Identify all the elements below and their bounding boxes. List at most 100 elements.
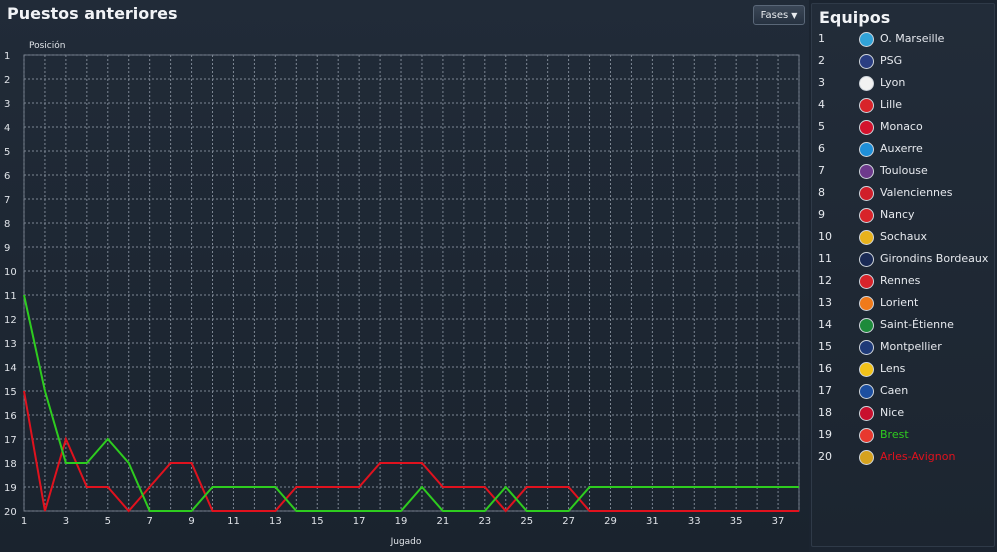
x-tick-label: 5	[105, 516, 111, 527]
team-position: 13	[818, 296, 832, 309]
team-row[interactable]: 1 O. Marseille	[812, 29, 994, 51]
team-row[interactable]: 3 Lyon	[812, 73, 994, 95]
team-position: 3	[818, 76, 825, 89]
team-name: Toulouse	[880, 164, 928, 177]
nancy-crest-icon	[859, 208, 874, 223]
om-crest-icon	[859, 32, 874, 47]
team-name: Lorient	[880, 296, 919, 309]
montpellier-crest-icon	[859, 340, 874, 355]
team-position: 7	[818, 164, 825, 177]
valenciennes-crest-icon	[859, 186, 874, 201]
y-tick-label: 6	[4, 171, 10, 182]
team-position: 2	[818, 54, 825, 67]
x-axis-label: Jugado	[390, 537, 422, 547]
lens-crest-icon	[859, 362, 874, 377]
team-row[interactable]: 19 Brest	[812, 425, 994, 447]
team-row[interactable]: 15 Montpellier	[812, 337, 994, 359]
team-row[interactable]: 17 Caen	[812, 381, 994, 403]
rennes-crest-icon	[859, 274, 874, 289]
team-position: 8	[818, 186, 825, 199]
team-row[interactable]: 10 Sochaux	[812, 227, 994, 249]
team-row[interactable]: 13 Lorient	[812, 293, 994, 315]
monaco-crest-icon	[859, 120, 874, 135]
y-tick-label: 17	[4, 435, 17, 446]
team-position: 20	[818, 450, 832, 463]
y-tick-label: 18	[4, 459, 17, 470]
team-name: Valenciennes	[880, 186, 953, 199]
teams-panel: Equipos 1 O. Marseille 2 PSG 3 Lyon 4 Lille 5 Mon…	[811, 3, 995, 547]
x-tick-label: 19	[395, 516, 408, 527]
x-tick-label: 11	[227, 516, 240, 527]
y-tick-label: 15	[4, 387, 17, 398]
x-tick-label: 15	[311, 516, 324, 527]
nice-crest-icon	[859, 406, 874, 421]
team-name: Caen	[880, 384, 909, 397]
y-tick-label: 5	[4, 147, 10, 158]
lyon-crest-icon	[859, 76, 874, 91]
x-tick-label: 27	[562, 516, 575, 527]
y-tick-label: 19	[4, 483, 17, 494]
team-row[interactable]: 20 Arles-Avignon	[812, 447, 994, 469]
x-tick-label: 33	[688, 516, 701, 527]
y-tick-label: 8	[4, 219, 10, 230]
y-tick-label: 4	[4, 123, 10, 134]
y-tick-label: 20	[4, 507, 17, 518]
teams-title: Equipos	[819, 8, 891, 27]
team-name: O. Marseille	[880, 32, 945, 45]
team-name: Sochaux	[880, 230, 927, 243]
y-tick-label: 16	[4, 411, 17, 422]
arles-avignon-crest-icon	[859, 450, 874, 465]
y-tick-label: 7	[4, 195, 10, 206]
x-tick-label: 31	[646, 516, 659, 527]
lorient-crest-icon	[859, 296, 874, 311]
y-tick-label: 1	[4, 51, 10, 62]
team-position: 6	[818, 142, 825, 155]
x-tick-label: 21	[437, 516, 450, 527]
y-tick-label: 11	[4, 291, 17, 302]
team-row[interactable]: 11 Girondins Bordeaux	[812, 249, 994, 271]
y-axis-label: Posición	[29, 40, 65, 51]
team-row[interactable]: 4 Lille	[812, 95, 994, 117]
team-position: 1	[818, 32, 825, 45]
psg-crest-icon	[859, 54, 874, 69]
brest-crest-icon	[859, 428, 874, 443]
team-row[interactable]: 5 Monaco	[812, 117, 994, 139]
plot-area	[23, 54, 800, 512]
caen-crest-icon	[859, 384, 874, 399]
team-name: Brest	[880, 428, 909, 441]
auxerre-crest-icon	[859, 142, 874, 157]
team-name: Nancy	[880, 208, 915, 221]
team-position: 10	[818, 230, 832, 243]
x-tick-label: 37	[772, 516, 785, 527]
team-row[interactable]: 8 Valenciennes	[812, 183, 994, 205]
x-tick-label: 7	[146, 516, 152, 527]
team-name: Lens	[880, 362, 906, 375]
x-tick-label: 17	[353, 516, 366, 527]
position-history-panel: Puestos anteriores Fases ▼ 1 2 3 4 5 6 7 8 9 10 11 1…	[0, 0, 809, 552]
team-row[interactable]: 6 Auxerre	[812, 139, 994, 161]
team-name: Auxerre	[880, 142, 923, 155]
sochaux-crest-icon	[859, 230, 874, 245]
team-row[interactable]: 2 PSG	[812, 51, 994, 73]
team-row[interactable]: 14 Saint-Étienne	[812, 315, 994, 337]
x-tick-label: 1	[21, 516, 27, 527]
x-tick-label: 35	[730, 516, 743, 527]
team-row[interactable]: 9 Nancy	[812, 205, 994, 227]
x-tick-label: 29	[604, 516, 617, 527]
team-row[interactable]: 18 Nice	[812, 403, 994, 425]
team-position: 4	[818, 98, 825, 111]
team-row[interactable]: 16 Lens	[812, 359, 994, 381]
team-row[interactable]: 7 Toulouse	[812, 161, 994, 183]
y-tick-label: 3	[4, 99, 10, 110]
y-tick-label: 14	[4, 363, 17, 374]
toulouse-crest-icon	[859, 164, 874, 179]
x-tick-label: 25	[520, 516, 533, 527]
lille-crest-icon	[859, 98, 874, 113]
team-name: PSG	[880, 54, 903, 67]
team-row[interactable]: 12 Rennes	[812, 271, 994, 293]
bordeaux-crest-icon	[859, 252, 874, 267]
team-position: 16	[818, 362, 832, 375]
team-name: Monaco	[880, 120, 923, 133]
team-position: 18	[818, 406, 832, 419]
position-chart: 12345678910111213141516171819201 3 5 7 9 11 13…	[4, 40, 800, 547]
